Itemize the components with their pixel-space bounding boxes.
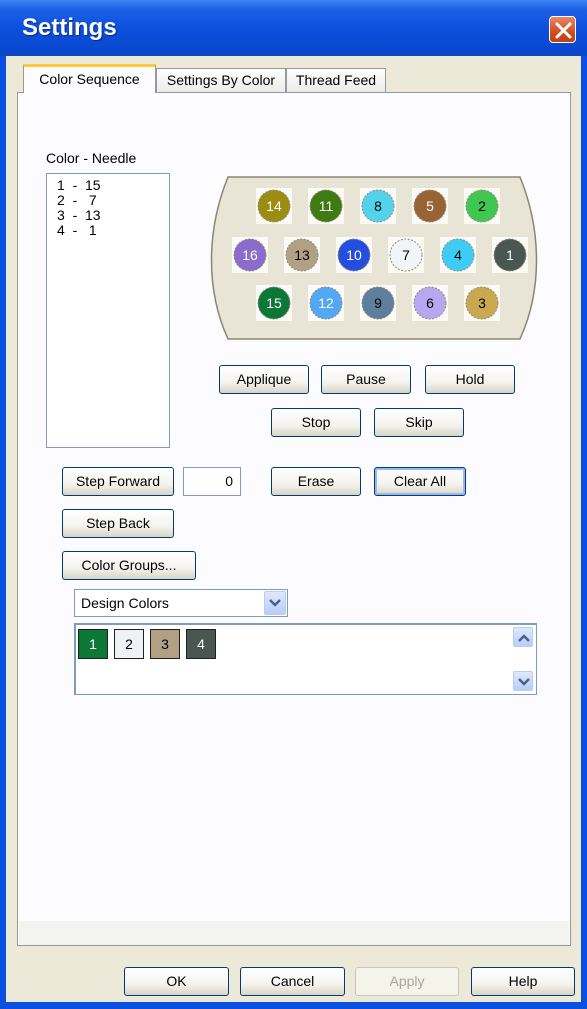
needle-label: 14 [266, 198, 282, 214]
needle-12[interactable]: 12 [308, 285, 344, 321]
needle-5[interactable]: 5 [412, 188, 448, 224]
needle-label: 10 [346, 247, 362, 263]
needle-10[interactable]: 10 [336, 237, 372, 273]
tab-thread-feed[interactable]: Thread Feed [286, 68, 386, 92]
scroll-up-button[interactable] [513, 627, 533, 647]
step-forward-button[interactable]: Step Forward [62, 467, 174, 496]
needle-label: 6 [426, 295, 434, 311]
tab-label: Thread Feed [295, 72, 377, 88]
chevron-down-icon [269, 599, 281, 607]
needle-label: 9 [374, 295, 382, 311]
dropdown-value: Design Colors [81, 595, 169, 611]
needle-7[interactable]: 7 [388, 237, 424, 273]
list-item[interactable]: 1 - 15 [57, 177, 101, 193]
list-item[interactable]: 3 - 13 [57, 207, 101, 223]
erase-button[interactable]: Erase [271, 467, 361, 496]
needle-label: 3 [478, 295, 486, 311]
needle-label: 13 [294, 247, 310, 263]
design-color-swatch-4[interactable]: 4 [186, 629, 216, 659]
needle-14[interactable]: 14 [256, 188, 292, 224]
clear-all-button[interactable]: Clear All [374, 467, 466, 496]
needle-13[interactable]: 13 [284, 237, 320, 273]
design-color-swatch-1[interactable]: 1 [78, 629, 108, 659]
panel-footer-strip [19, 921, 569, 945]
needle-2[interactable]: 2 [464, 188, 500, 224]
settings-window: Settings Color Sequence Settings By Colo… [0, 0, 587, 1009]
needle-3[interactable]: 3 [464, 285, 500, 321]
needle-label: 2 [478, 198, 486, 214]
needle-11[interactable]: 11 [308, 188, 344, 224]
design-colors-dropdown[interactable]: Design Colors [74, 589, 288, 617]
color-needle-label: Color - Needle [46, 150, 137, 166]
chevron-down-icon [518, 678, 530, 686]
needle-label: 11 [319, 198, 334, 214]
step-back-button[interactable]: Step Back [62, 509, 174, 538]
scroll-down-button[interactable] [513, 671, 533, 691]
applique-button[interactable]: Applique [219, 365, 309, 394]
needle-plate: 14 11 8 5 2 16 13 10 7 4 1 15 12 9 6 3 [210, 176, 538, 340]
needle-label: 4 [454, 247, 462, 263]
needle-15[interactable]: 15 [256, 285, 292, 321]
needle-label: 7 [402, 247, 410, 263]
step-counter: 0 [183, 467, 241, 496]
stop-button[interactable]: Stop [271, 408, 361, 437]
list-item[interactable]: 4 - 1 [57, 222, 97, 238]
needle-label: 15 [266, 295, 282, 311]
close-icon [555, 22, 572, 39]
hold-button[interactable]: Hold [425, 365, 515, 394]
needle-16[interactable]: 16 [232, 237, 268, 273]
needle-9[interactable]: 9 [360, 285, 396, 321]
tab-label: Color Sequence [39, 71, 140, 87]
tab-label: Settings By Color [166, 72, 276, 88]
close-button[interactable] [549, 16, 576, 43]
design-colors-list[interactable]: 1 2 3 4 [74, 623, 537, 695]
color-sequence-panel: Color - Needle 1 - 15 2 - 7 3 - 13 4 - 1… [17, 92, 571, 946]
title-bar[interactable]: Settings [0, 0, 587, 56]
tab-color-sequence[interactable]: Color Sequence [23, 64, 156, 93]
needle-label: 8 [374, 198, 382, 214]
needle-label: 5 [426, 198, 434, 214]
design-color-swatch-2[interactable]: 2 [114, 629, 144, 659]
tab-settings-by-color[interactable]: Settings By Color [156, 68, 286, 92]
window-title: Settings [22, 14, 117, 41]
chevron-up-icon [518, 634, 530, 642]
needle-1[interactable]: 1 [492, 237, 528, 273]
help-button[interactable]: Help [471, 967, 575, 996]
needle-label: 12 [318, 295, 334, 311]
list-item[interactable]: 2 - 7 [57, 192, 97, 208]
apply-button: Apply [355, 967, 459, 996]
color-groups-button[interactable]: Color Groups... [62, 551, 196, 580]
needle-4[interactable]: 4 [440, 237, 476, 273]
color-needle-list[interactable]: 1 - 15 2 - 7 3 - 13 4 - 1 [46, 173, 170, 448]
needle-label: 1 [506, 247, 514, 263]
skip-button[interactable]: Skip [374, 408, 464, 437]
dialog-client: Color Sequence Settings By Color Thread … [6, 56, 581, 1002]
needle-8[interactable]: 8 [360, 188, 396, 224]
ok-button[interactable]: OK [124, 967, 229, 996]
needle-6[interactable]: 6 [412, 285, 448, 321]
cancel-button[interactable]: Cancel [240, 967, 345, 996]
design-color-swatch-3[interactable]: 3 [150, 629, 180, 659]
pause-button[interactable]: Pause [321, 365, 411, 394]
needle-label: 16 [242, 247, 258, 263]
dropdown-arrow-button[interactable] [264, 591, 286, 615]
